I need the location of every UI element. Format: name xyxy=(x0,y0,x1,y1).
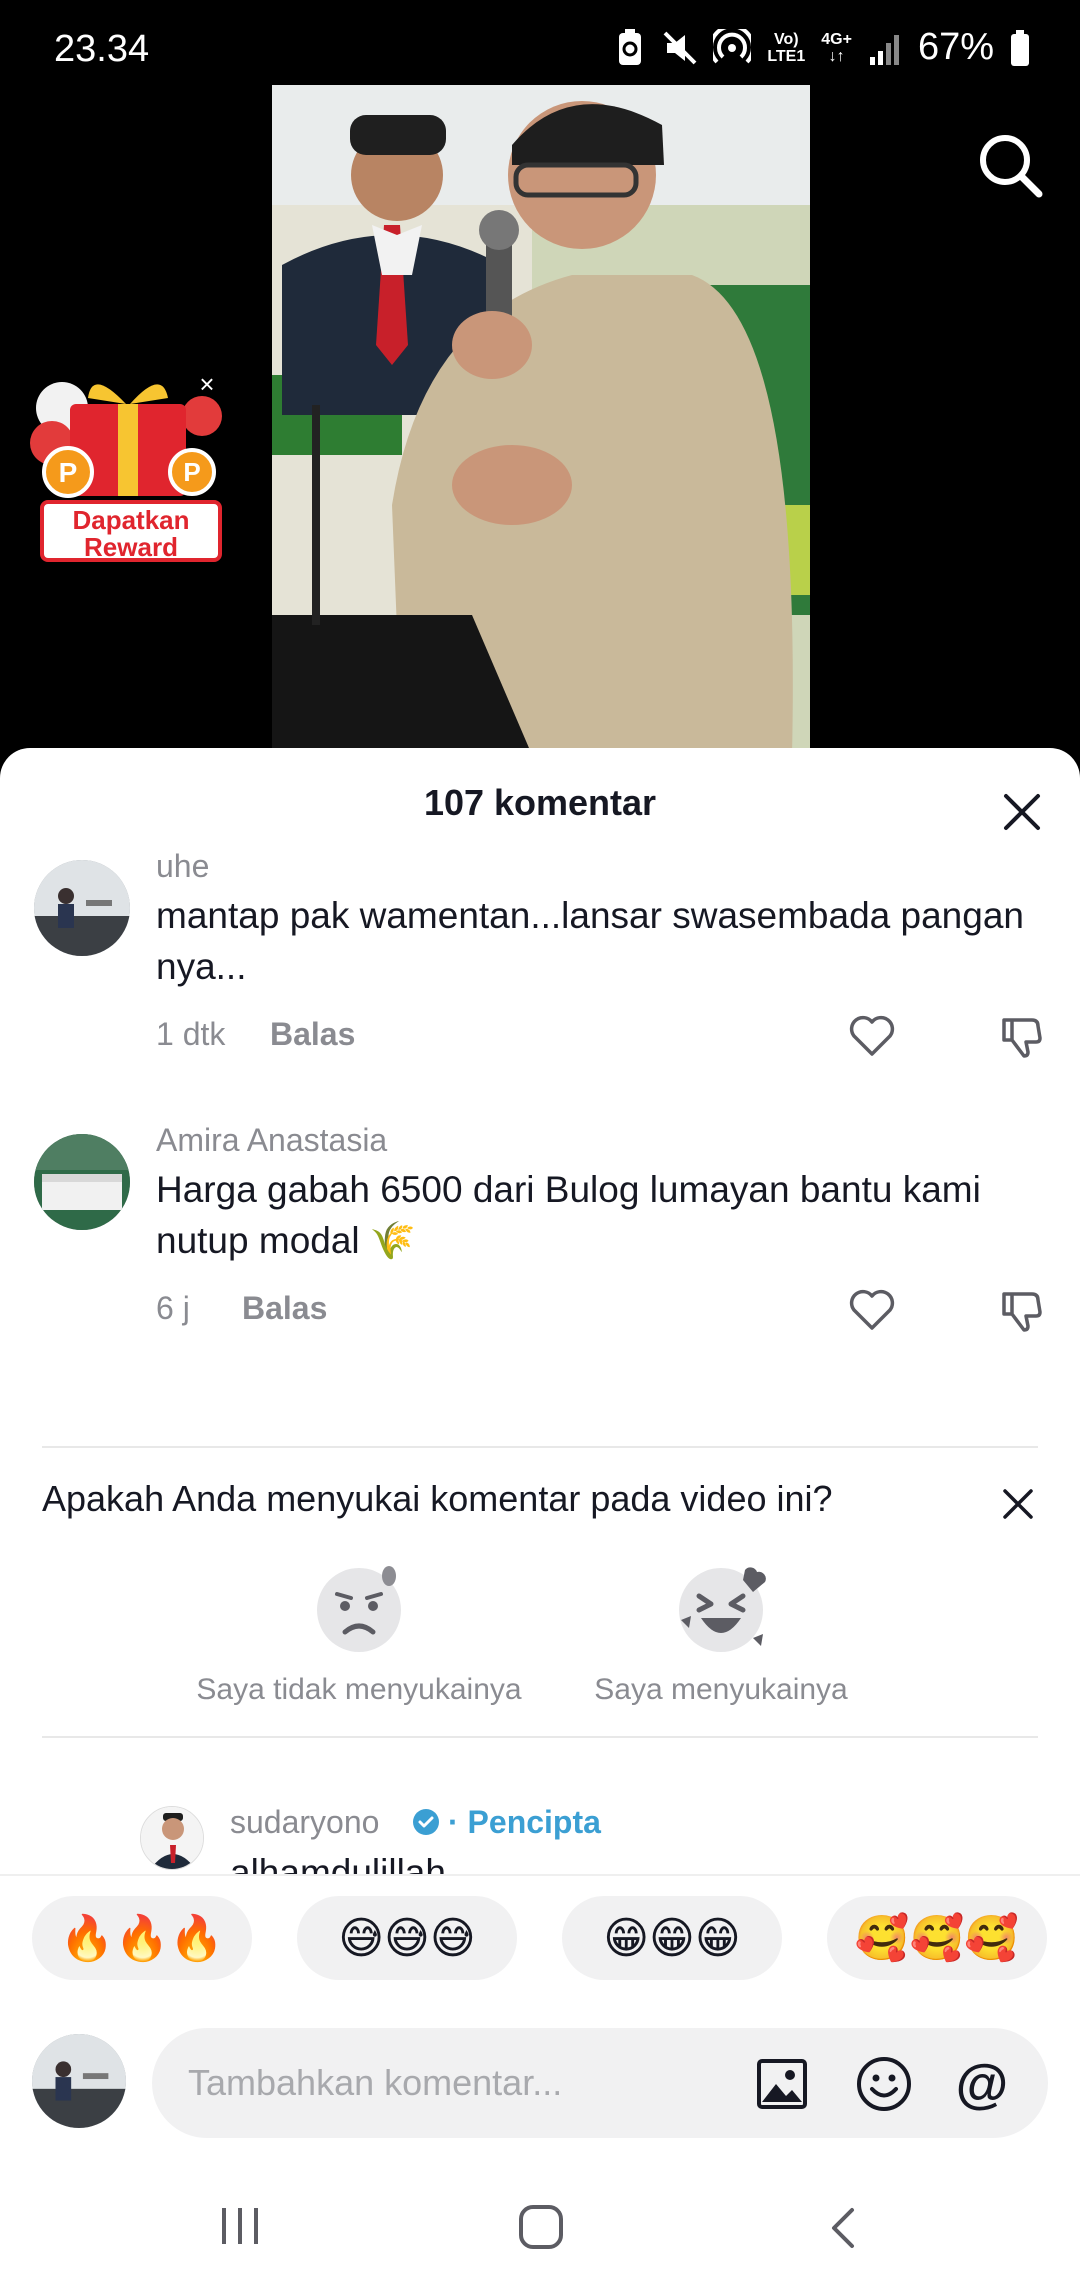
avatar[interactable] xyxy=(34,860,130,956)
comment-username[interactable]: uhe xyxy=(156,848,209,885)
reply-button[interactable]: Balas xyxy=(270,1016,355,1053)
sad-face-icon xyxy=(317,1566,401,1652)
my-avatar-image xyxy=(32,2034,126,2128)
status-icons: Vo) LTE1 4G+ ↓↑ 67% xyxy=(613,26,1030,69)
status-time: 23.34 xyxy=(54,28,150,70)
hotspot-icon xyxy=(713,28,752,63)
emoji-grin-button[interactable]: 😁😁😁 xyxy=(562,1896,782,1980)
network-type-text: 4G+ xyxy=(821,30,852,48)
battery-icon xyxy=(1011,29,1029,66)
comment-item[interactable]: uhe mantap pak wamentan...lansar swasemb… xyxy=(0,848,1080,1058)
comment-text: mantap pak wamentan...lansar swasembada … xyxy=(156,895,1024,987)
survey-close-icon[interactable] xyxy=(1000,1486,1036,1522)
emoji-sweat-smile-button[interactable]: 😅😅😅 xyxy=(297,1896,517,1980)
video-thumbnail xyxy=(272,85,810,755)
volte-top-text: Vo) xyxy=(773,30,799,48)
thumbs-down-icon[interactable] xyxy=(998,1012,1046,1060)
battery-percent: 67% xyxy=(917,26,994,68)
comment-text: Harga gabah 6500 dari Bulog lumayan bant… xyxy=(156,1169,981,1261)
creator-reply-item[interactable]: sudaryono · Pencipta alhamdulillah xyxy=(0,1788,1080,1874)
comment-time: 6 j xyxy=(156,1290,190,1326)
comments-sheet: 107 komentar uhe mantap pak wamentan...l… xyxy=(0,748,1080,2280)
comments-count-title: 107 komentar xyxy=(423,782,657,823)
volte-bottom-text: LTE1 xyxy=(767,47,806,65)
laughing-face-icon xyxy=(679,1567,766,1652)
video-frame[interactable] xyxy=(272,85,810,755)
creator-avatar-image xyxy=(141,1807,203,1869)
svg-text:P: P xyxy=(59,457,78,488)
survey-like-label: Saya menyukainya xyxy=(594,1673,848,1706)
network-type-indicator: 4G+ ↓↑ xyxy=(821,31,852,65)
divider xyxy=(42,1736,1038,1738)
creator-reply-text: alhamdulillah xyxy=(230,1852,446,1874)
thumbs-down-icon[interactable] xyxy=(998,1286,1046,1334)
reward-label[interactable]: Dapatkan Reward xyxy=(40,500,222,562)
emoji-icon[interactable] xyxy=(856,2056,912,2112)
signal-icon xyxy=(869,34,899,65)
emoji-fire-button[interactable]: 🔥🔥🔥 xyxy=(32,1896,252,1980)
mention-icon[interactable]: @ xyxy=(952,2054,1012,2114)
reply-button[interactable]: Balas xyxy=(242,1290,327,1327)
avatar-image xyxy=(34,1134,130,1230)
comment-input-bar: Tambahkan komentar... @ xyxy=(0,2004,1080,2154)
comment-time: 1 dtk xyxy=(156,1016,226,1052)
svg-text:P: P xyxy=(183,457,200,487)
avatar[interactable] xyxy=(34,1134,130,1230)
back-icon[interactable] xyxy=(826,2206,858,2250)
survey-like-option[interactable]: Saya menyukainya xyxy=(570,1562,872,1707)
heart-icon[interactable] xyxy=(848,1014,896,1058)
home-icon[interactable] xyxy=(518,2204,564,2250)
creator-tag: · Pencipta xyxy=(448,1804,601,1840)
quick-emoji-bar: 🔥🔥🔥 😅😅😅 😁😁😁 🥰🥰🥰 xyxy=(0,1874,1080,2004)
divider xyxy=(42,1446,1038,1448)
recent-apps-icon[interactable] xyxy=(218,2206,262,2246)
mute-icon xyxy=(663,31,697,64)
data-arrows-icon: ↓↑ xyxy=(828,47,845,65)
reward-close-icon[interactable]: × xyxy=(195,371,219,397)
comment-username[interactable]: Amira Anastasia xyxy=(156,1122,387,1159)
comment-input[interactable]: Tambahkan komentar... @ xyxy=(152,2028,1048,2138)
verified-badge-icon xyxy=(413,1809,439,1835)
survey-question: Apakah Anda menyukai komentar pada video… xyxy=(42,1478,833,1519)
creator-avatar[interactable] xyxy=(140,1806,204,1870)
survey-dislike-label: Saya tidak menyukainya xyxy=(196,1673,522,1706)
battery-saver-icon xyxy=(619,28,642,65)
my-avatar[interactable] xyxy=(32,2034,126,2128)
heart-icon[interactable] xyxy=(848,1288,896,1332)
search-icon[interactable] xyxy=(975,130,1045,200)
status-bar: 23.34 Vo) LTE1 4G+ ↓↑ 67% xyxy=(0,0,1080,100)
image-icon[interactable] xyxy=(756,2058,808,2110)
creator-username[interactable]: sudaryono xyxy=(230,1804,379,1841)
avatar-image xyxy=(34,860,130,956)
volte-indicator: Vo) LTE1 xyxy=(767,31,805,65)
emoji-love-button[interactable]: 🥰🥰🥰 xyxy=(827,1896,1047,1980)
close-icon[interactable] xyxy=(1000,790,1044,834)
comment-placeholder: Tambahkan komentar... xyxy=(188,2062,563,2103)
survey-dislike-option[interactable]: Saya tidak menyukainya xyxy=(176,1562,542,1707)
comment-item[interactable]: Amira Anastasia Harga gabah 6500 dari Bu… xyxy=(0,1122,1080,1332)
system-nav-bar xyxy=(0,2150,1080,2280)
